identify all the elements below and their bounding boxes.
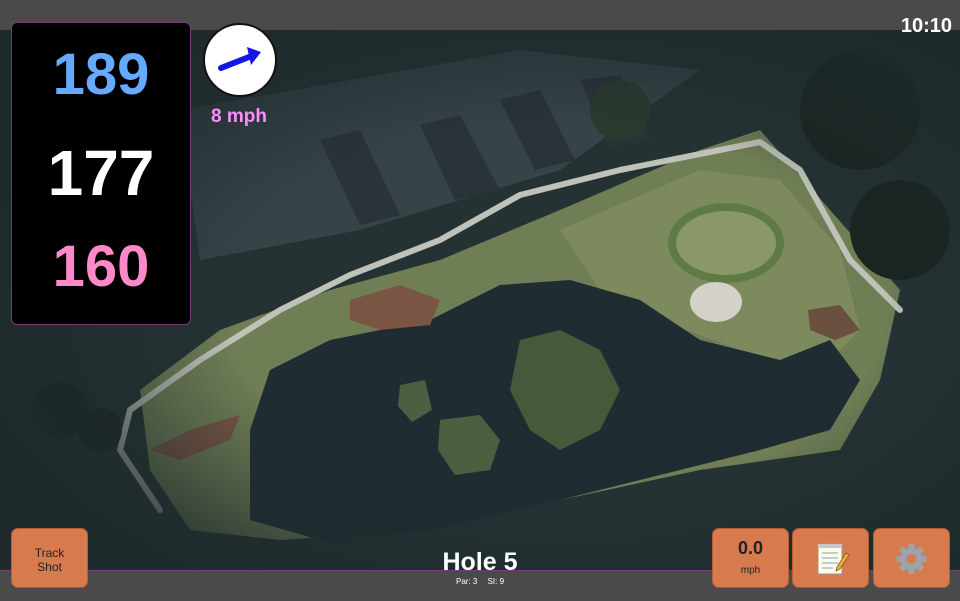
clock: 10:10 xyxy=(900,15,952,37)
wind-indicator[interactable] xyxy=(203,23,277,97)
middle-distance: 177 xyxy=(47,137,155,209)
speed-value: 0.0 xyxy=(737,538,764,558)
track-shot-button[interactable]: Track Shot xyxy=(11,528,88,588)
notes-button[interactable] xyxy=(792,528,869,588)
front-distance: 160 xyxy=(52,234,150,299)
notepad-icon xyxy=(817,543,850,575)
wind-speed: 8 mph xyxy=(211,106,267,127)
settings-button[interactable] xyxy=(873,528,950,588)
hole-title: Hole 5 xyxy=(442,548,518,576)
back-distance: 189 xyxy=(52,42,150,107)
track-shot-label-line2: Shot xyxy=(37,560,62,574)
wind-arrow-icon xyxy=(218,47,261,71)
distance-panel: 189 177 160 xyxy=(11,22,191,325)
hole-par: Par: 3 xyxy=(455,577,478,586)
speed-button[interactable]: 0.0 mph xyxy=(712,528,789,588)
speed-unit: mph xyxy=(740,565,761,576)
hole-si: SI: 9 xyxy=(487,577,505,586)
gear-icon xyxy=(896,544,927,574)
track-shot-label-line1: Track xyxy=(34,546,65,560)
hole-info: Par: 3 SI: 9 xyxy=(380,577,580,586)
